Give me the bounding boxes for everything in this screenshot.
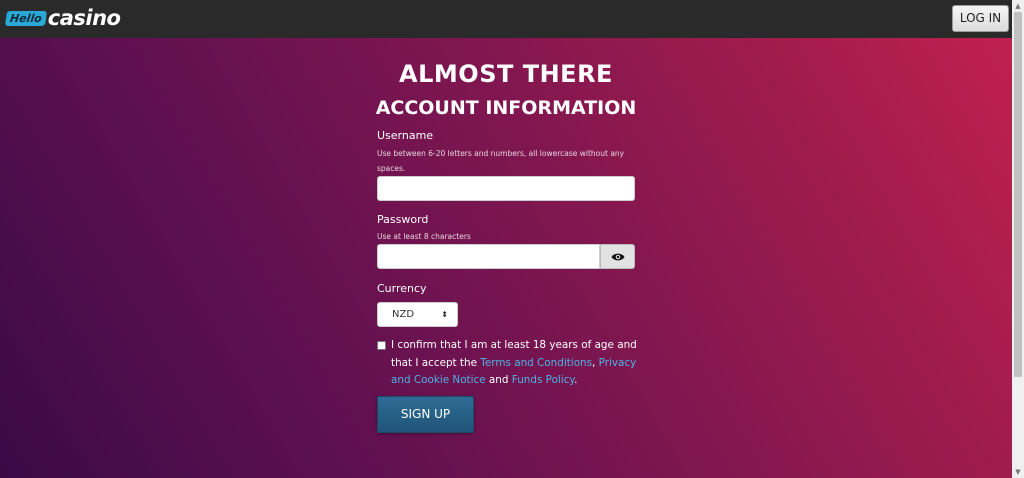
password-input[interactable] xyxy=(377,244,600,269)
password-hint: Use at least 8 characters xyxy=(377,232,471,241)
consent-separator: and xyxy=(485,374,512,386)
scroll-down-icon[interactable]: ▼ xyxy=(1012,466,1024,478)
logo-badge: Hello xyxy=(4,10,47,26)
signup-section: ALMOST THERE ACCOUNT INFORMATION Usernam… xyxy=(0,38,1012,478)
sort-arrows-icon: ⬍ xyxy=(441,310,448,319)
vertical-scrollbar[interactable]: ▲ ▼ xyxy=(1012,0,1024,478)
username-hint: Use between 6-20 letters and numbers, al… xyxy=(377,149,625,173)
currency-label: Currency xyxy=(377,282,427,295)
consent-text: I confirm that I am at least 18 years of… xyxy=(391,337,637,390)
username-label: Username xyxy=(377,129,434,142)
page-subtitle: ACCOUNT INFORMATION xyxy=(375,97,637,119)
login-button[interactable]: LOG IN xyxy=(952,5,1009,32)
logo-text: casino xyxy=(47,6,121,30)
password-label: Password xyxy=(377,213,429,226)
eye-icon xyxy=(611,253,624,260)
consent-separator: , xyxy=(592,356,599,369)
age-consent-checkbox[interactable] xyxy=(377,341,386,350)
currency-selected-value: NZD xyxy=(392,309,415,320)
page-title: ALMOST THERE xyxy=(399,60,613,88)
currency-select[interactable]: NZD ⬍ xyxy=(377,302,458,327)
hellocasino-logo[interactable]: Hello casino xyxy=(4,6,121,30)
top-navbar: Hello casino LOG IN xyxy=(0,0,1012,38)
show-password-button[interactable] xyxy=(600,244,635,269)
terms-link[interactable]: Terms and Conditions xyxy=(480,357,592,369)
scrollbar-thumb[interactable] xyxy=(1014,12,1022,377)
scroll-up-icon[interactable]: ▲ xyxy=(1012,0,1024,12)
username-input[interactable] xyxy=(377,176,635,201)
consent-end: . xyxy=(574,374,578,386)
funds-policy-link[interactable]: Funds Policy xyxy=(512,374,574,386)
signup-button[interactable]: SIGN UP xyxy=(377,396,474,433)
